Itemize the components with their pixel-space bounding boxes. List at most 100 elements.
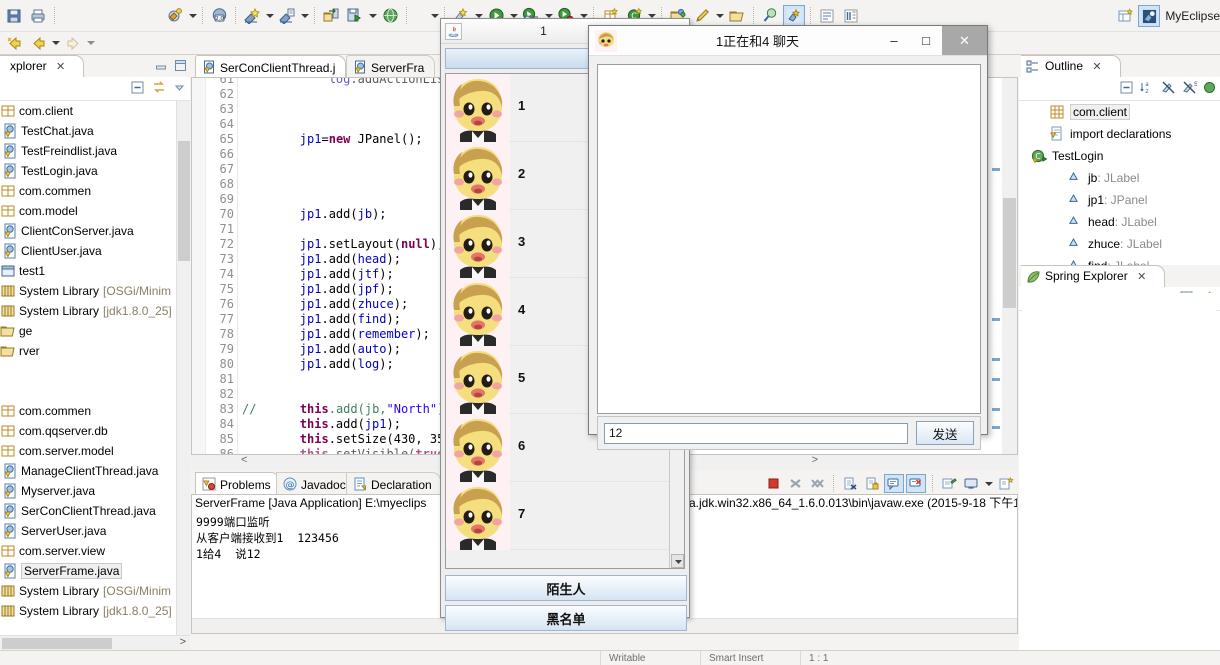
close-icon[interactable]: ✕ (1092, 61, 1101, 73)
new-wizard-icon[interactable] (241, 5, 263, 27)
tree-item[interactable]: ServerFrame.java (0, 561, 190, 581)
lock-scroll-icon[interactable] (862, 474, 882, 493)
blacklist-button[interactable]: 黑名单 (445, 605, 687, 631)
outline-item[interactable]: head : JLabel (1019, 211, 1220, 233)
code-line[interactable]: jp1.add(jtf); (242, 267, 394, 282)
chevron-down-icon[interactable] (367, 5, 378, 27)
tab-declaration[interactable]: Declaration (346, 472, 441, 494)
chat-message-area[interactable] (597, 64, 981, 414)
chevron-down-icon[interactable] (85, 32, 96, 54)
chat-close-button[interactable]: ✕ (942, 26, 987, 55)
tree-item[interactable]: System Library [OSGi/Minim (0, 581, 190, 601)
tree-item[interactable]: ManageClientThread.java (0, 461, 190, 481)
new-console-view-icon[interactable] (996, 474, 1016, 493)
code-line[interactable]: jp1.add(zhuce); (242, 297, 408, 312)
code-line[interactable]: this.add(jp1); (242, 417, 401, 432)
view-menu-icon[interactable] (173, 81, 186, 97)
tree-item[interactable]: TestChat.java (0, 121, 190, 141)
collapse-all-icon[interactable] (1119, 80, 1134, 98)
code-line[interactable]: jp1=new JPanel(); (242, 132, 423, 147)
back-annotation-icon[interactable] (3, 32, 25, 54)
maximize-icon[interactable] (174, 59, 187, 72)
display-selected-console-icon[interactable] (906, 474, 926, 493)
close-icon[interactable]: ✕ (1137, 271, 1146, 283)
show-whitespace-icon[interactable] (840, 5, 862, 27)
scroll-right-arrow-icon[interactable]: > (812, 454, 818, 466)
save-icon[interactable] (3, 5, 25, 27)
outline-item[interactable]: jb : JLabel (1019, 167, 1220, 189)
folder-icon[interactable] (726, 5, 748, 27)
scrollbar-thumb[interactable] (1003, 198, 1016, 308)
tree-item[interactable]: test1 (0, 261, 190, 281)
code-line[interactable]: jp1.add(head); (242, 252, 401, 267)
outline-item[interactable]: C TestLogin (1019, 145, 1220, 167)
code-line[interactable]: jp1.add(log); (242, 357, 394, 372)
spring-explorer-tree[interactable] (1022, 293, 1216, 623)
scrollbar-thumb[interactable] (178, 141, 190, 261)
chat-input-field[interactable] (604, 422, 908, 444)
link-with-editor-icon[interactable] (151, 80, 167, 98)
editor-tab-0[interactable]: SerConClientThread.j (195, 55, 347, 77)
code-line[interactable]: jp1.add(jpf); (242, 282, 394, 297)
toggle-block-selection-icon[interactable] (816, 5, 838, 27)
code-line[interactable]: jp1.add(auto); (242, 342, 401, 357)
tree-item[interactable]: System Library [jdk1.8.0_25] (0, 301, 190, 321)
tab-spring-explorer[interactable]: Spring Explorer ✕ (1021, 265, 1166, 287)
chevron-down-icon[interactable] (187, 5, 198, 27)
tree-item[interactable]: ServerUser.java (0, 521, 190, 541)
hide-static-icon[interactable]: S (1182, 80, 1198, 98)
package-explorer-vertical-scrollbar[interactable] (176, 101, 190, 650)
tree-item[interactable] (0, 361, 190, 381)
chevron-down-icon[interactable] (50, 32, 61, 54)
code-line[interactable]: jp1.add(find); (242, 312, 401, 327)
back-icon[interactable] (27, 32, 49, 54)
code-line[interactable]: this.setVisible(true) (242, 447, 452, 454)
send-button[interactable]: 发送 (916, 421, 974, 445)
minimize-icon[interactable] (155, 59, 168, 72)
sort-icon[interactable]: az (1140, 80, 1155, 98)
tree-item[interactable]: ge (0, 321, 190, 341)
code-line[interactable]: jp1.add(jb); (242, 207, 387, 222)
deploy-icon[interactable] (344, 5, 366, 27)
hide-nonpublic-icon[interactable] (1203, 81, 1216, 97)
code-line[interactable]: // this.add(jb,"North"); (242, 402, 452, 417)
open-type-icon[interactable] (276, 5, 298, 27)
tree-item[interactable]: rver (0, 341, 190, 361)
outline-item[interactable]: import declarations (1019, 123, 1220, 145)
print-icon[interactable] (27, 5, 49, 27)
java-perspective-icon[interactable] (783, 4, 805, 27)
outline-item[interactable]: jp1 : JPanel (1019, 189, 1220, 211)
tab-package-explorer[interactable]: xplorer ✕ (0, 55, 85, 77)
outline-tree[interactable]: com.client import declarations C TestLogin j… (1019, 101, 1220, 277)
code-line[interactable]: this.setSize(430, 350 (242, 432, 452, 447)
chevron-down-icon[interactable] (983, 473, 994, 495)
open-console-icon[interactable] (939, 474, 959, 493)
perspective-label[interactable]: MyEclipse (1165, 9, 1220, 23)
tree-item[interactable]: com.commen (0, 401, 190, 421)
chevron-down-icon[interactable] (429, 5, 440, 27)
tree-item[interactable]: ClientUser.java (0, 241, 190, 261)
code-line[interactable]: jp1.add(remember); (242, 327, 430, 342)
scroll-left-arrow-icon[interactable]: < (241, 454, 247, 466)
collapse-all-icon[interactable] (130, 80, 145, 98)
outline-item[interactable]: zhuce : JLabel (1019, 233, 1220, 255)
tree-item[interactable]: TestFreindlist.java (0, 141, 190, 161)
tree-item[interactable]: com.qqserver.db (0, 421, 190, 441)
remove-launch-icon[interactable] (785, 474, 805, 493)
hide-fields-icon[interactable] (1161, 80, 1176, 98)
chat-minimize-button[interactable]: – (878, 26, 910, 55)
tree-item[interactable]: com.client (0, 101, 190, 121)
tree-item[interactable]: TestLogin.java (0, 161, 190, 181)
tree-item[interactable] (0, 381, 190, 401)
export-icon[interactable] (320, 5, 342, 27)
editor-tab-1[interactable]: ServerFra (346, 55, 436, 77)
tree-item[interactable]: com.commen (0, 181, 190, 201)
search-icon[interactable] (759, 5, 781, 27)
display-console-icon[interactable] (961, 474, 981, 493)
tab-problems[interactable]: Problems (195, 472, 280, 494)
close-icon[interactable]: ✕ (56, 61, 65, 73)
tree-item[interactable]: com.server.model (0, 441, 190, 461)
package-explorer-horizontal-scrollbar[interactable]: > (0, 635, 190, 650)
scroll-down-arrow-icon[interactable] (671, 554, 684, 568)
strangers-button[interactable]: 陌生人 (445, 575, 687, 601)
